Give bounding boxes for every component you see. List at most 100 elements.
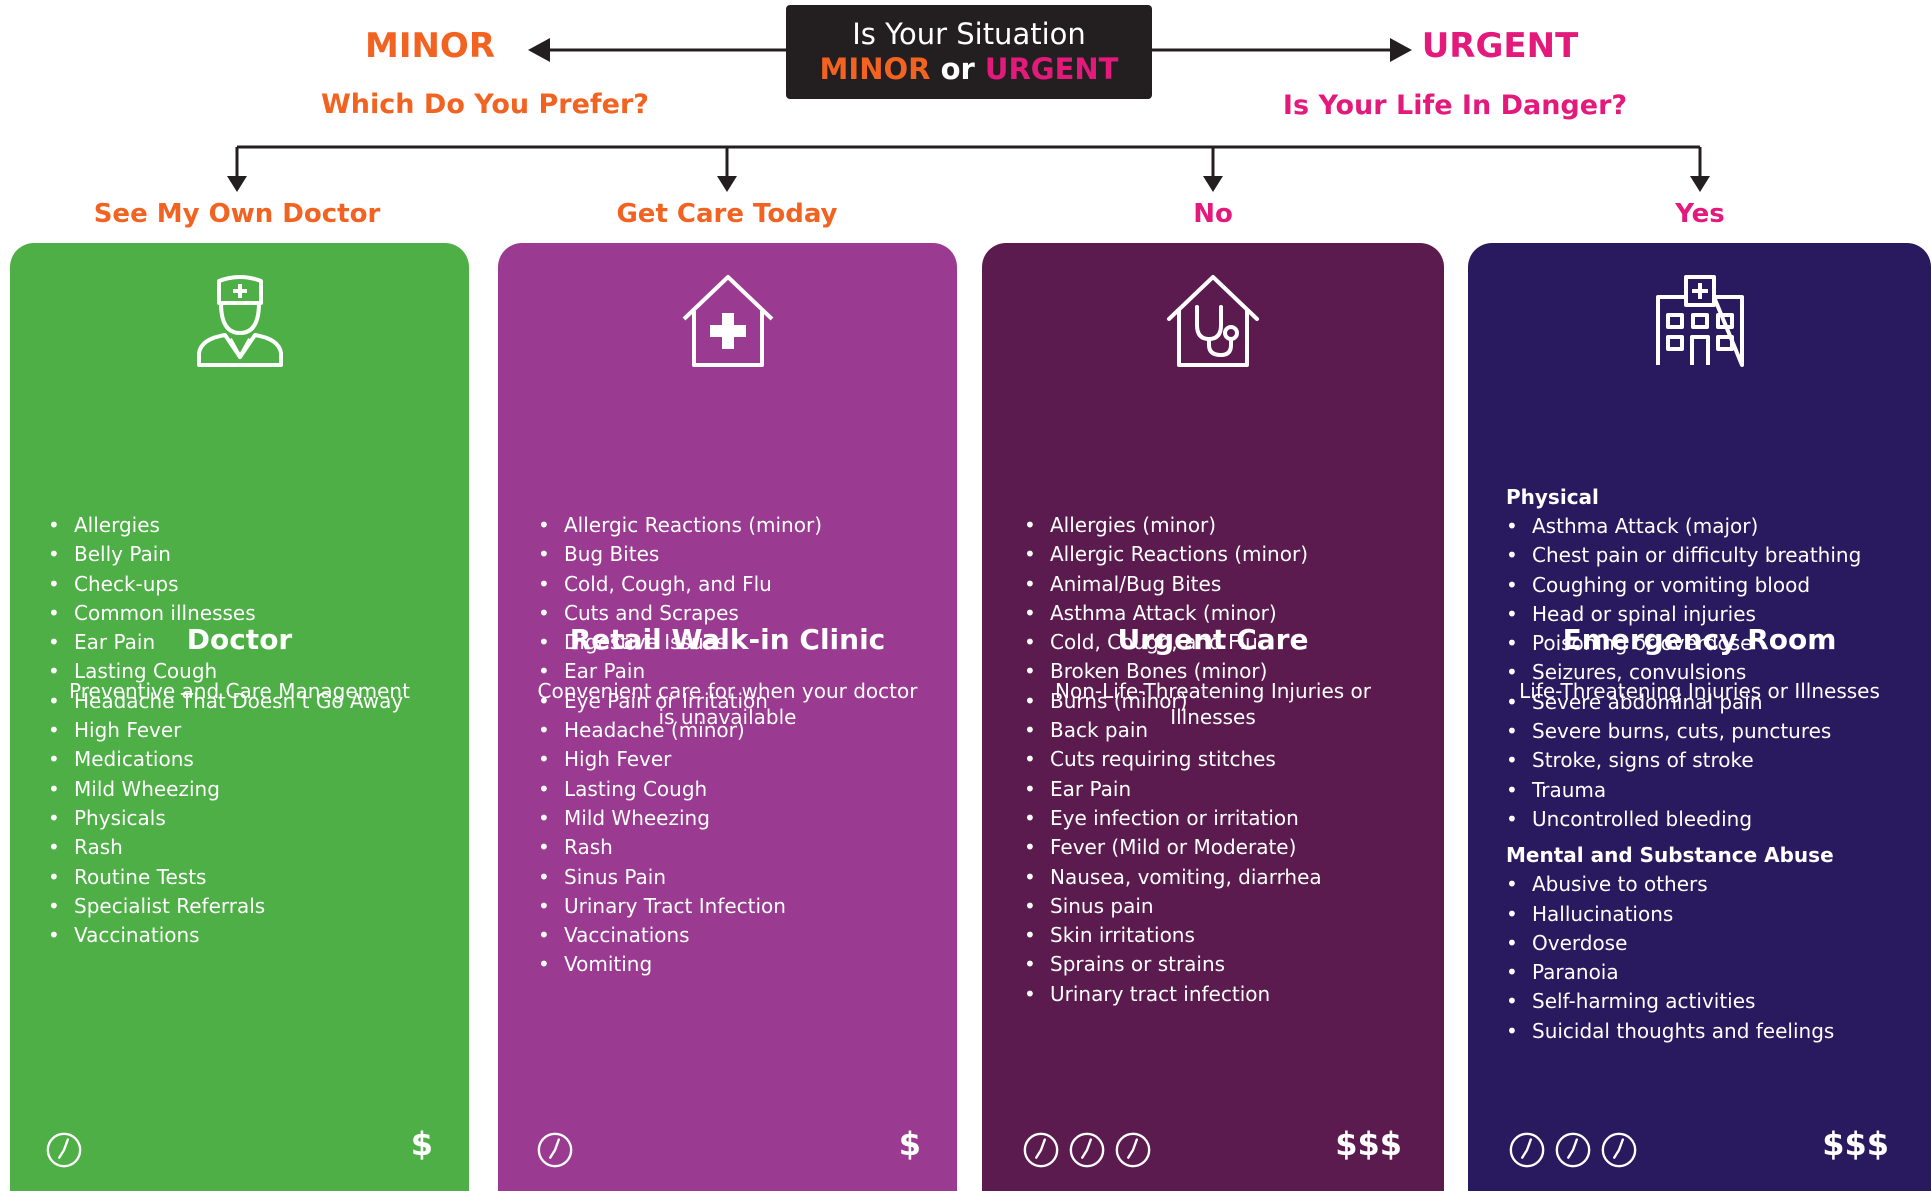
time-indicator [536,1131,574,1169]
list-item: Specialist Referrals [48,892,403,922]
house-stethoscope-icon [1167,275,1259,367]
cost-indicator: $ [410,1125,433,1163]
minor-prompt: Which Do You Prefer? [321,89,649,120]
list-item: Allergies (minor) [1024,511,1322,541]
list-item: Routine Tests [48,863,403,893]
list-item: Vaccinations [48,921,403,951]
list-item: Belly Pain [48,540,403,570]
list-item: Allergic Reactions (minor) [1024,540,1322,570]
list-item: Eye Pain or Irritation [538,687,822,717]
list-item: Headache (minor) [538,716,822,746]
card-emergency-room: Emergency Room Life-Threatening Injuries… [1468,243,1931,1191]
group-title: Physical [1506,485,1599,509]
clock-icon [537,1132,573,1168]
list-item: Skin irritations [1024,921,1322,951]
list-item: Rash [48,833,403,863]
branch-get-care-today: Get Care Today [616,199,838,229]
list-item: Sinus Pain [538,863,822,893]
list-item: Allergic Reactions (minor) [538,511,822,541]
doctor-icon [196,275,283,367]
list-item: Paranoia [1506,958,1861,988]
list-item: Common illnesses [48,599,403,629]
list-item: Severe burns, cuts, punctures [1506,717,1861,747]
list-item: Uncontrolled bleeding [1506,805,1861,835]
list-item: Sprains or strains [1024,950,1322,980]
list-item: Chest pain or difficulty breathing [1506,541,1861,571]
list-item: Self-harming activities [1506,987,1861,1017]
situation-question-box: Is Your Situation MINOR or URGENT [786,5,1152,99]
cost-indicator: $ [898,1125,921,1163]
list-item: Eye infection or irritation [1024,804,1322,834]
clock-icon [1601,1132,1637,1168]
urgent-label: URGENT [1421,26,1579,66]
card-list: AllergiesBelly PainCheck-upsCommon illne… [48,511,403,951]
list-item: Cold, Cough, and Flu [538,570,822,600]
card-retail-walk-in-clinic: Retail Walk-in Clinic Convenient care fo… [498,243,957,1191]
list-item: Hallucinations [1506,900,1861,930]
list-item: Asthma Attack (minor) [1024,599,1322,629]
card-list: Allergies (minor)Allergic Reactions (min… [1024,511,1322,1009]
branch-no: No [1193,199,1233,229]
minor-label: MINOR [364,26,496,66]
list-item: Ear Pain [538,657,822,687]
list-item: Ear Pain [1024,775,1322,805]
branch-yes: Yes [1675,199,1725,229]
time-indicator [45,1131,83,1169]
list-item: Allergies [48,511,403,541]
list-item: Animal/Bug Bites [1024,570,1322,600]
list-item: Nausea, vomiting, diarrhea [1024,863,1322,893]
list-item: Poisoning or overdose [1506,629,1861,659]
list-item: Trauma [1506,776,1861,806]
clock-icon [1115,1132,1151,1168]
list-item: Abusive to others [1506,870,1861,900]
list-item: Digestive Issues [538,628,822,658]
clock-icon [46,1132,82,1168]
list-item: Sinus pain [1024,892,1322,922]
branch-see-my-own-doctor: See My Own Doctor [93,199,381,229]
cost-indicator: $$$ [1335,1125,1402,1163]
list-item: Medications [48,745,403,775]
list-item: High Fever [538,745,822,775]
question-line1: Is Your Situation [852,17,1086,51]
list-item: Mild Wheezing [538,804,822,834]
list-item: Vomiting [538,950,822,980]
list-item: Lasting Cough [48,657,403,687]
card-list: Physical Asthma Attack (major)Chest pain … [1506,482,1861,1046]
hospital-icon [1655,275,1744,367]
list-item: Lasting Cough [538,775,822,805]
list-item: Asthma Attack (major) [1506,512,1861,542]
group-list: Asthma Attack (major)Chest pain or diffi… [1506,512,1861,835]
list-item: Headache That Doesn’t Go Away [48,687,403,717]
list-item: Burns (minor) [1024,687,1322,717]
time-indicator [1022,1131,1152,1169]
clock-icon [1023,1132,1059,1168]
list-item: Rash [538,833,822,863]
list-item: Urinary tract infection [1024,980,1322,1010]
clock-icon [1555,1132,1591,1168]
card-doctor: Doctor Preventive and Care Management Al… [10,243,469,1191]
list-item: Physicals [48,804,403,834]
time-indicator [1508,1131,1638,1169]
card-urgent-care: Urgent Care Non-Life-Threatening Injurie… [982,243,1444,1191]
list-item: Broken Bones (minor) [1024,657,1322,687]
clock-icon [1509,1132,1545,1168]
group-list: Abusive to othersHallucinationsOverdoseP… [1506,870,1861,1046]
list-item: Head or spinal injuries [1506,600,1861,630]
list-item: Coughing or vomiting blood [1506,571,1861,601]
list-item: Seizures, convulsions [1506,658,1861,688]
urgent-prompt: Is Your Life In Danger? [1282,90,1628,121]
card-list: Allergic Reactions (minor)Bug BitesCold,… [538,511,822,980]
list-item: Cold, Cough, and Flu [1024,628,1322,658]
list-item: Ear Pain [48,628,403,658]
list-item: Severe abdominal pain [1506,688,1861,718]
house-plus-icon [682,275,773,367]
list-item: Overdose [1506,929,1861,959]
group-title: Mental and Substance Abuse [1506,843,1834,868]
list-item: High Fever [48,716,403,746]
clock-icon [1069,1132,1105,1168]
list-item: Bug Bites [538,540,822,570]
list-item: Fever (Mild or Moderate) [1024,833,1322,863]
question-urgent-word: URGENT [984,52,1119,86]
list-item: Cuts requiring stitches [1024,745,1322,775]
cost-indicator: $$$ [1822,1125,1889,1163]
